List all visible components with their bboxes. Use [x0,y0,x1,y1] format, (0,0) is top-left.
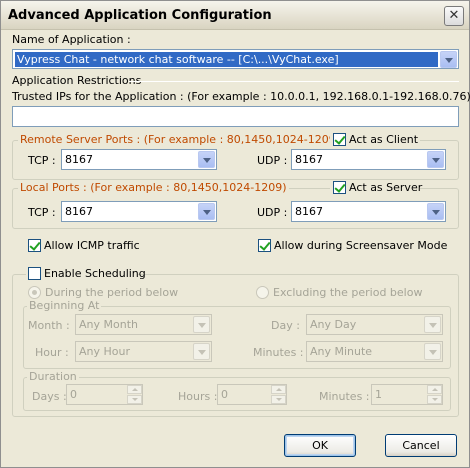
act-as-server-checkbox[interactable] [333,181,346,194]
minutes-select[interactable]: Any Minute [306,341,443,362]
enable-scheduling-checkbox[interactable] [28,267,41,280]
trusted-ips-input[interactable] [12,106,459,127]
month-select[interactable]: Any Month [75,314,212,335]
duration-minutes-label: Minutes : [319,390,370,403]
remote-udp-label: UDP : [257,154,288,167]
dialog-title: Advanced Application Configuration [8,8,272,23]
allow-screensaver-checkbox[interactable] [258,239,271,252]
ok-button[interactable]: OK [284,434,356,457]
remote-udp-value: 8167 [295,153,323,166]
minutes-value: Any Minute [310,345,373,358]
app-name-selected: Vypress Chat - network chat software -- … [15,52,438,67]
local-udp-label: UDP : [257,206,288,219]
act-as-client-wrap: Act as Client [330,133,420,147]
chevron-down-icon[interactable] [198,151,215,168]
local-tcp-combo[interactable]: 8167 [61,201,217,222]
cancel-button[interactable]: Cancel [385,434,457,457]
day-label: Day : [271,319,300,332]
chevron-down-icon[interactable] [427,151,444,168]
close-button[interactable]: ✕ [444,6,464,26]
day-value: Any Day [310,318,357,331]
spin-down-icon[interactable] [127,395,142,404]
local-udp-combo[interactable]: 8167 [291,201,446,222]
excluding-period-radio[interactable] [256,286,269,299]
spin-up-icon[interactable] [271,385,286,394]
local-udp-value: 8167 [295,205,323,218]
act-as-server-label[interactable]: Act as Server [349,181,422,194]
day-select[interactable]: Any Day [306,314,443,335]
remote-ports-title: Remote Server Ports : (For example : 80,… [18,133,342,146]
spin-up-icon[interactable] [427,385,442,394]
chevron-down-icon[interactable] [424,316,441,333]
remote-tcp-label: TCP : [28,154,56,167]
dialog-window: Advanced Application Configuration ✕ Nam… [0,0,470,468]
local-tcp-label: TCP : [28,206,56,219]
hour-value: Any Hour [79,345,130,358]
minutes-label: Minutes : [253,346,304,359]
spin-up-icon[interactable] [127,385,142,394]
restrictions-divider [129,81,459,82]
hours-value: 0 [221,388,228,401]
trusted-ips-label: Trusted IPs for the Application : (For e… [12,90,470,103]
app-name-label: Name of Application : [12,33,131,46]
duration-minutes-spinner-buttons[interactable] [427,385,442,404]
allow-icmp-label[interactable]: Allow ICMP traffic [44,239,140,252]
hours-spinner[interactable]: 0 [217,384,287,405]
days-label: Days : [32,390,67,403]
beginning-at-title: Beginning At [27,299,102,312]
act-as-server-wrap: Act as Server [330,181,422,195]
excluding-period-label[interactable]: Excluding the period below [273,286,422,299]
duration-title: Duration [27,370,79,383]
days-spinner-buttons[interactable] [127,385,142,404]
days-value: 0 [70,388,77,401]
remote-tcp-combo[interactable]: 8167 [61,149,217,170]
ok-button-label: OK [312,439,328,452]
enable-scheduling-label[interactable]: Enable Scheduling [44,267,146,280]
days-spinner[interactable]: 0 [66,384,143,405]
chevron-down-icon[interactable] [198,203,215,220]
chevron-down-icon[interactable] [193,343,210,360]
hours-label: Hours : [178,390,218,403]
enable-scheduling-wrap: Enable Scheduling [26,267,146,281]
hours-spinner-buttons[interactable] [271,385,286,404]
month-label: Month : [28,319,70,332]
app-name-select[interactable]: Vypress Chat - network chat software -- … [12,49,459,69]
month-value: Any Month [79,318,138,331]
local-ports-title: Local Ports : (For example : 80,1450,102… [18,181,289,194]
remote-tcp-value: 8167 [65,153,93,166]
chevron-down-icon[interactable] [440,51,457,68]
restrictions-heading: Application Restrictions [12,74,142,87]
act-as-client-label[interactable]: Act as Client [349,133,418,146]
local-tcp-value: 8167 [65,205,93,218]
title-bar[interactable]: Advanced Application Configuration ✕ [1,1,469,30]
hour-label: Hour : [35,346,69,359]
during-period-label[interactable]: During the period below [45,286,178,299]
cancel-button-label: Cancel [402,439,440,452]
hour-select[interactable]: Any Hour [75,341,212,362]
chevron-down-icon[interactable] [427,203,444,220]
chevron-down-icon[interactable] [424,343,441,360]
spin-down-icon[interactable] [427,395,442,404]
act-as-client-checkbox[interactable] [333,133,346,146]
allow-screensaver-label[interactable]: Allow during Screensaver Mode [274,239,447,252]
chevron-down-icon[interactable] [193,316,210,333]
close-icon: ✕ [448,8,460,23]
spin-down-icon[interactable] [271,395,286,404]
during-period-radio[interactable] [28,286,41,299]
duration-minutes-value: 1 [375,388,382,401]
allow-icmp-checkbox[interactable] [28,239,41,252]
remote-udp-combo[interactable]: 8167 [291,149,446,170]
duration-minutes-spinner[interactable]: 1 [371,384,443,405]
